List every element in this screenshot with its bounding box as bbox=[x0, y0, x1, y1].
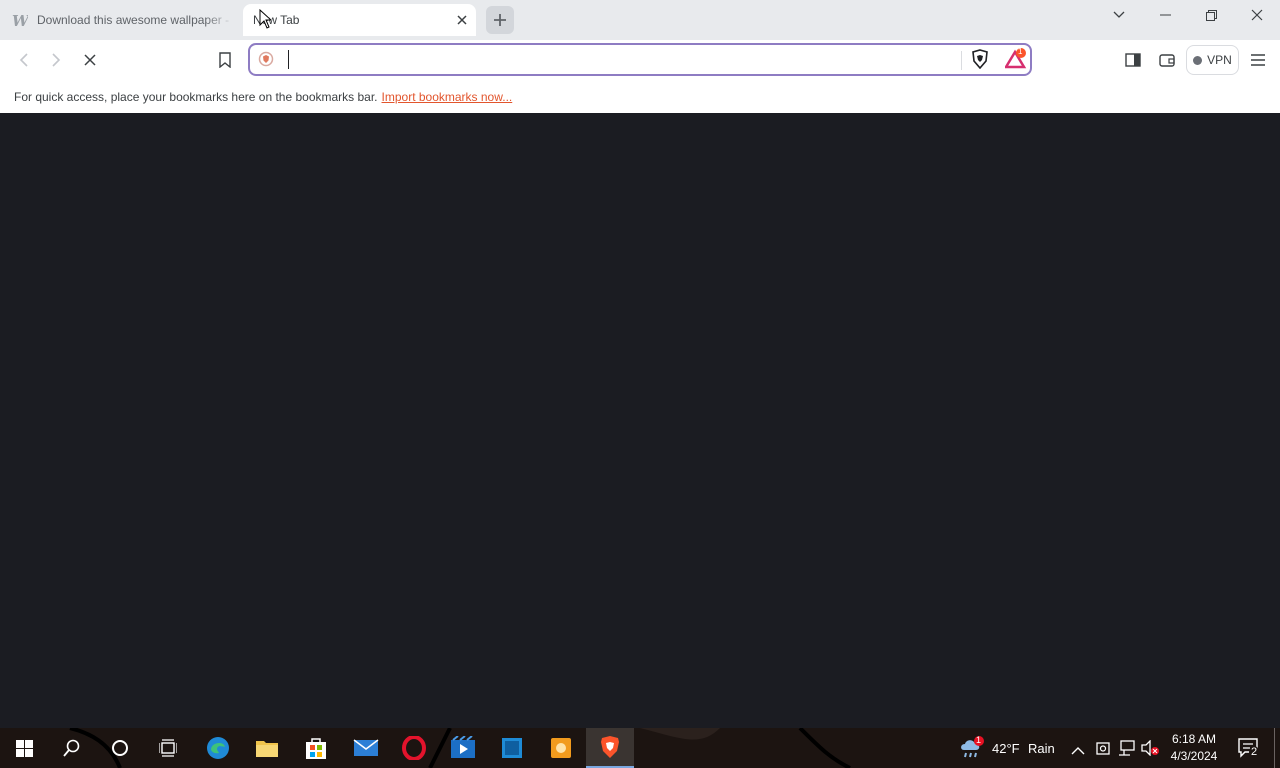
tab-wallpaper[interactable]: W Download this awesome wallpaper - bbox=[8, 4, 234, 36]
wallet-icon[interactable] bbox=[1153, 46, 1181, 74]
address-input[interactable] bbox=[286, 50, 946, 69]
site-info-icon[interactable] bbox=[258, 51, 274, 72]
volume-muted-icon[interactable] bbox=[1141, 739, 1159, 761]
clock-date: 4/3/2024 bbox=[1170, 749, 1218, 763]
tab-new-tab[interactable]: New Tab bbox=[243, 4, 476, 36]
notification-count: 2 bbox=[1249, 746, 1260, 758]
close-tab-icon[interactable] bbox=[452, 10, 472, 30]
stop-loading-icon[interactable] bbox=[76, 46, 104, 74]
weather-badge: 1 bbox=[976, 735, 982, 745]
import-bookmarks-link[interactable]: Import bookmarks now... bbox=[382, 90, 513, 104]
wallpaper-strip bbox=[69, 728, 851, 768]
weather-rain-icon[interactable]: 1 bbox=[958, 735, 986, 765]
cortana-icon[interactable] bbox=[96, 728, 144, 768]
tab-search-chevron-icon[interactable] bbox=[1096, 0, 1142, 30]
divider bbox=[961, 51, 962, 70]
edge-icon[interactable] bbox=[194, 728, 242, 768]
tab-title: New Tab bbox=[253, 13, 300, 27]
tab-strip: W Download this awesome wallpaper - New … bbox=[0, 0, 1280, 40]
vpn-label: VPN bbox=[1207, 53, 1232, 67]
video-editor-icon[interactable] bbox=[439, 728, 487, 768]
weather-desc[interactable]: Rain bbox=[1028, 741, 1055, 756]
menu-icon[interactable] bbox=[1244, 46, 1272, 74]
address-bar[interactable]: 1 bbox=[248, 43, 1032, 76]
bookmarks-message: For quick access, place your bookmarks h… bbox=[14, 89, 378, 104]
new-tab-button[interactable] bbox=[486, 6, 514, 34]
brave-rewards-icon[interactable]: 1 bbox=[1003, 47, 1027, 75]
show-desktop-button[interactable] bbox=[1274, 728, 1275, 768]
search-icon[interactable] bbox=[48, 728, 96, 768]
windows-start-icon[interactable] bbox=[0, 728, 48, 768]
back-icon[interactable] bbox=[10, 46, 38, 74]
sidebar-toggle-icon[interactable] bbox=[1119, 46, 1147, 74]
text-caret bbox=[288, 50, 289, 69]
microsoft-store-icon[interactable] bbox=[292, 728, 340, 768]
mail-icon[interactable] bbox=[342, 728, 390, 768]
meet-now-icon[interactable] bbox=[1096, 740, 1110, 761]
brave-shields-icon[interactable] bbox=[971, 49, 989, 74]
taskbar: 1 42°F Rain 6:18 AM 4/3/2024 2 bbox=[0, 728, 1280, 768]
tab-title: Download this awesome wallpaper - bbox=[37, 13, 230, 27]
rewards-badge: 1 bbox=[1018, 47, 1023, 56]
file-explorer-icon[interactable] bbox=[243, 728, 291, 768]
clock-time: 6:18 AM bbox=[1171, 732, 1217, 746]
close-window-icon[interactable] bbox=[1234, 0, 1280, 30]
opera-icon[interactable] bbox=[390, 728, 438, 768]
brave-browser-icon[interactable] bbox=[586, 728, 634, 768]
page-content bbox=[0, 113, 1280, 728]
network-icon[interactable] bbox=[1118, 740, 1136, 761]
svg-text:W: W bbox=[12, 12, 28, 28]
weather-temp[interactable]: 42°F bbox=[992, 741, 1020, 756]
clock[interactable]: 6:18 AM 4/3/2024 bbox=[1165, 731, 1223, 765]
app-blue-window-icon[interactable] bbox=[488, 728, 536, 768]
notification-center-icon[interactable]: 2 bbox=[1238, 738, 1260, 763]
show-hidden-icons-icon[interactable] bbox=[1071, 742, 1085, 760]
forward-icon[interactable] bbox=[42, 46, 70, 74]
mouse-cursor-icon bbox=[259, 8, 273, 34]
minimize-icon[interactable] bbox=[1142, 0, 1188, 30]
vpn-status-icon bbox=[1193, 55, 1203, 65]
app-orange-icon[interactable] bbox=[537, 728, 585, 768]
w-logo-icon: W bbox=[12, 12, 28, 28]
restore-icon[interactable] bbox=[1188, 0, 1234, 30]
vpn-button[interactable]: VPN bbox=[1186, 45, 1239, 75]
toolbar: 1 VPN bbox=[0, 40, 1280, 80]
task-view-icon[interactable] bbox=[144, 728, 192, 768]
bookmarks-bar: For quick access, place your bookmarks h… bbox=[0, 80, 1280, 113]
bookmark-icon[interactable] bbox=[211, 46, 239, 74]
